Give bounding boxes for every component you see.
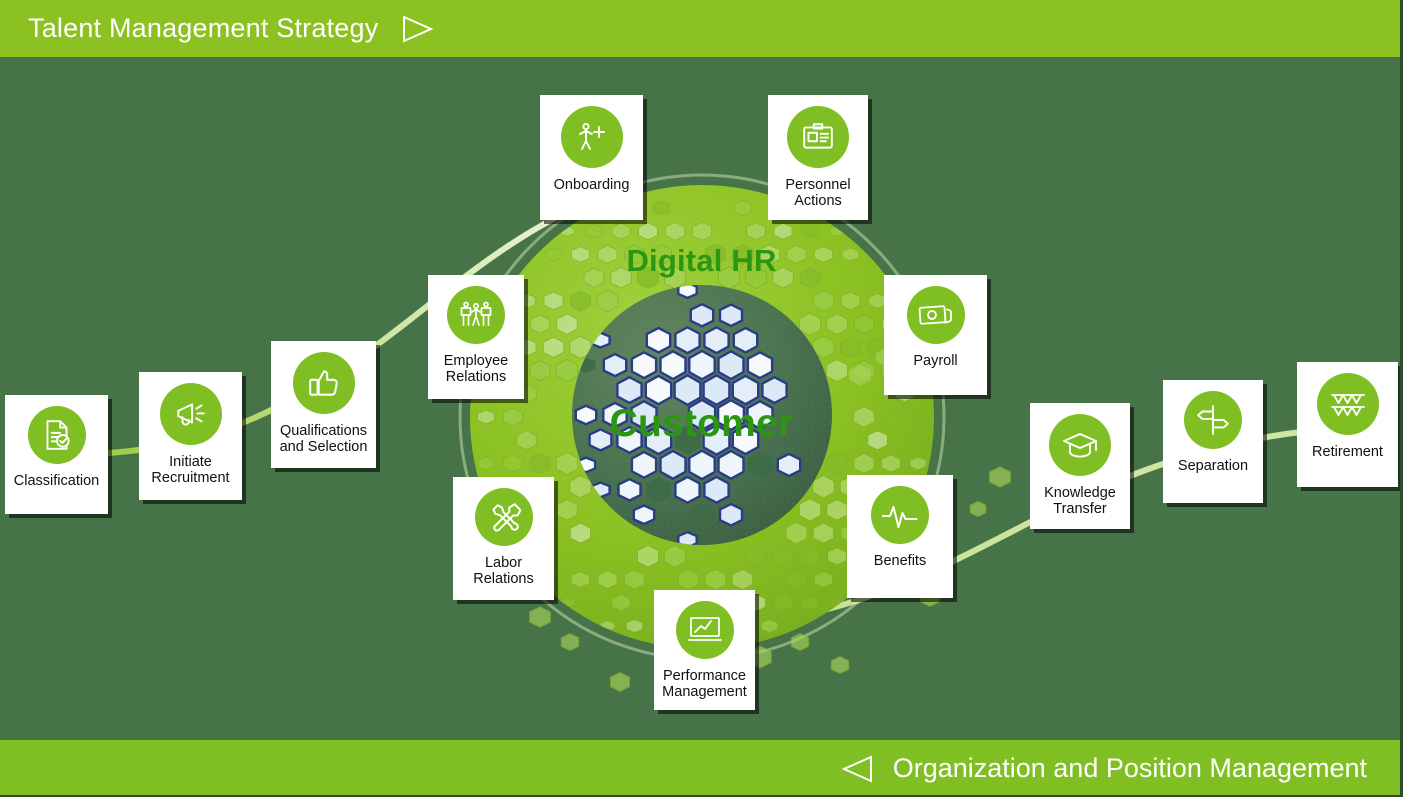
process-card-label: Classification — [13, 473, 100, 489]
process-card-label: Payroll — [913, 353, 958, 369]
document-check-icon — [27, 406, 86, 464]
heartbeat-icon — [871, 486, 929, 544]
process-card-performance-management[interactable]: Performance Management — [654, 590, 755, 710]
graduation-cap-icon — [1049, 414, 1111, 476]
megaphone-icon — [159, 383, 222, 445]
process-card-label: Retirement — [1312, 444, 1383, 460]
process-card-payroll[interactable]: Payroll — [884, 275, 987, 395]
process-card-knowledge-transfer[interactable]: Knowledge Transfer — [1030, 403, 1130, 529]
process-card-retirement[interactable]: Retirement — [1297, 362, 1398, 487]
process-card-label: Qualifications and Selection — [279, 423, 368, 456]
process-card-label: Separation — [1177, 458, 1249, 474]
process-card-qualifications[interactable]: Qualifications and Selection — [271, 341, 376, 468]
slide: Talent Management Strategy Digital HR Cu… — [0, 0, 1403, 797]
process-cards-layer: Classification Initiate Recruitment Qual… — [0, 57, 1400, 740]
process-card-label: Personnel Actions — [785, 177, 851, 210]
process-card-onboarding[interactable]: Onboarding — [540, 95, 643, 220]
process-card-separation[interactable]: Separation — [1163, 380, 1263, 503]
process-card-initiate-recruitment[interactable]: Initiate Recruitment — [139, 372, 242, 500]
page-title: Talent Management Strategy — [28, 13, 379, 43]
signpost-icon — [1184, 391, 1242, 449]
triangle-left-icon[interactable] — [841, 754, 875, 784]
process-card-label: Labor Relations — [473, 555, 534, 588]
bunting-flags-icon — [1316, 373, 1379, 435]
process-card-label: Knowledge Transfer — [1044, 485, 1116, 518]
process-card-label: Onboarding — [553, 177, 630, 193]
chart-screen-icon — [675, 601, 734, 659]
tools-icon — [474, 488, 533, 546]
process-card-benefits[interactable]: Benefits — [847, 475, 953, 598]
diagram-stage: Digital HR Customer Classification Initi… — [0, 57, 1400, 740]
people-group-icon — [447, 286, 505, 344]
process-card-personnel-actions[interactable]: Personnel Actions — [768, 95, 868, 220]
person-plus-icon — [560, 106, 623, 168]
process-card-employee-relations[interactable]: Employee Relations — [428, 275, 524, 399]
process-card-label: Initiate Recruitment — [151, 454, 230, 487]
process-card-label: Benefits — [873, 553, 927, 569]
process-card-label: Performance Management — [662, 668, 747, 701]
bottom-navigation-bar: Organization and Position Management — [0, 740, 1400, 795]
thumbs-up-icon — [292, 352, 355, 414]
top-navigation-bar: Talent Management Strategy — [0, 0, 1400, 57]
id-badge-icon — [787, 106, 849, 168]
banknote-icon — [906, 286, 965, 344]
process-card-label: Employee Relations — [443, 353, 509, 386]
process-card-classification[interactable]: Classification — [5, 395, 108, 514]
triangle-right-icon[interactable] — [400, 14, 434, 44]
footer-title: Organization and Position Management — [892, 753, 1367, 783]
process-card-labor-relations[interactable]: Labor Relations — [453, 477, 554, 600]
